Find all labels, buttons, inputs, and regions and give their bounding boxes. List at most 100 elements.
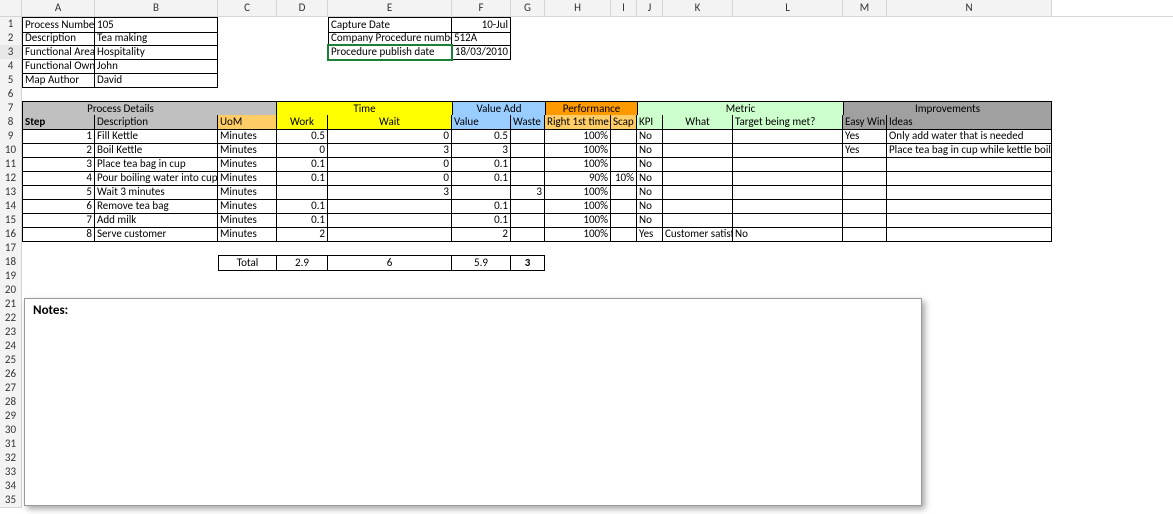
cell[interactable]: John [95, 59, 218, 74]
table-cell[interactable]: 6 [22, 199, 95, 214]
row-header[interactable]: 3 [0, 45, 22, 60]
table-cell[interactable] [663, 129, 733, 144]
cell[interactable]: David [95, 73, 218, 88]
table-cell[interactable]: Serve customer [95, 227, 218, 242]
table-cell[interactable] [511, 143, 545, 158]
table-cell[interactable]: 100% [545, 185, 611, 200]
cell[interactable] [328, 73, 452, 87]
cell[interactable] [663, 255, 733, 269]
row-header[interactable]: 21 [0, 297, 22, 312]
cell[interactable] [452, 59, 511, 73]
cell[interactable] [637, 255, 663, 269]
table-cell[interactable] [663, 213, 733, 228]
table-cell[interactable]: 3 [22, 157, 95, 172]
notes-textbox[interactable]: Notes: [24, 298, 922, 506]
table-cell[interactable]: 0.1 [452, 157, 511, 172]
col-header-D[interactable]: D [277, 0, 328, 16]
cell[interactable] [218, 31, 277, 45]
cell[interactable] [511, 45, 545, 59]
col-header-C[interactable]: C [218, 0, 277, 16]
table-cell[interactable]: Minutes [218, 227, 277, 242]
cell[interactable] [733, 45, 843, 59]
col-header[interactable]: Work [277, 115, 328, 130]
select-all-corner[interactable] [0, 0, 22, 16]
cell[interactable] [611, 45, 637, 59]
row-header[interactable]: 13 [0, 185, 22, 200]
cell[interactable] [545, 255, 611, 269]
cell[interactable]: Functional Owner [22, 59, 95, 74]
cell[interactable] [733, 17, 843, 31]
row-header[interactable]: 9 [0, 129, 22, 144]
cell[interactable] [218, 241, 277, 255]
row-header[interactable]: 31 [0, 437, 22, 452]
cell[interactable] [637, 241, 663, 255]
cell[interactable] [663, 59, 733, 73]
cell[interactable] [511, 31, 545, 45]
cell[interactable] [511, 17, 545, 31]
cell[interactable] [843, 45, 887, 59]
col-header[interactable]: Description [95, 115, 218, 130]
cell[interactable] [95, 241, 218, 255]
table-cell[interactable]: Wait 3 minutes [95, 185, 218, 200]
cell[interactable] [611, 255, 637, 269]
cell[interactable] [277, 45, 328, 59]
cell[interactable] [277, 31, 328, 45]
table-cell[interactable] [733, 129, 843, 144]
cell[interactable] [637, 59, 663, 73]
table-cell[interactable]: 5 [22, 185, 95, 200]
row-header[interactable]: 17 [0, 241, 22, 256]
table-cell[interactable]: 0.5 [277, 129, 328, 144]
cell[interactable] [733, 73, 843, 87]
cell[interactable] [22, 255, 95, 269]
active-cell[interactable]: Procedure publish date [328, 45, 452, 60]
cell[interactable]: Company Procedure number [328, 31, 452, 46]
table-cell[interactable]: No [733, 227, 843, 242]
table-cell[interactable] [733, 143, 843, 158]
cell[interactable]: Description [22, 31, 95, 46]
cell[interactable] [511, 87, 545, 101]
cell[interactable] [328, 241, 452, 255]
table-cell[interactable]: 2 [277, 227, 328, 242]
cell[interactable] [545, 59, 611, 73]
row-header[interactable]: 5 [0, 73, 22, 88]
cell[interactable] [452, 241, 511, 255]
cell[interactable] [637, 87, 663, 101]
cell[interactable] [511, 59, 545, 73]
table-cell[interactable]: 3 [328, 185, 452, 200]
cell[interactable] [22, 241, 95, 255]
cell[interactable] [663, 241, 733, 255]
table-cell[interactable] [611, 143, 637, 158]
table-cell[interactable]: 0 [277, 143, 328, 158]
table-cell[interactable]: No [637, 143, 663, 158]
col-header-A[interactable]: A [22, 0, 95, 16]
row-header[interactable]: 33 [0, 465, 22, 480]
row-header[interactable]: 15 [0, 213, 22, 228]
cell[interactable] [733, 59, 843, 73]
col-header-M[interactable]: M [843, 0, 887, 16]
cell[interactable]: Functional Area [22, 45, 95, 60]
row-header[interactable]: 11 [0, 157, 22, 172]
row-header[interactable]: 30 [0, 423, 22, 438]
cell[interactable] [887, 31, 1052, 45]
table-cell[interactable]: Yes [843, 143, 887, 158]
table-cell[interactable]: No [637, 213, 663, 228]
row-header[interactable]: 4 [0, 59, 22, 74]
table-cell[interactable] [511, 157, 545, 172]
cell[interactable] [887, 241, 1052, 255]
table-cell[interactable] [511, 213, 545, 228]
row-header[interactable]: 23 [0, 325, 22, 340]
cell[interactable] [545, 241, 611, 255]
table-cell[interactable] [733, 171, 843, 186]
table-cell[interactable]: 1 [22, 129, 95, 144]
table-cell[interactable] [328, 227, 452, 242]
col-header[interactable]: Easy Win [843, 115, 887, 130]
table-cell[interactable] [611, 227, 637, 242]
cell[interactable] [95, 87, 218, 101]
cell[interactable] [545, 45, 611, 59]
table-cell[interactable]: Minutes [218, 199, 277, 214]
cell[interactable] [611, 73, 637, 87]
table-cell[interactable]: Minutes [218, 185, 277, 200]
col-header[interactable]: What [663, 115, 733, 130]
table-cell[interactable] [887, 199, 1052, 214]
col-header[interactable]: Step [22, 115, 95, 130]
